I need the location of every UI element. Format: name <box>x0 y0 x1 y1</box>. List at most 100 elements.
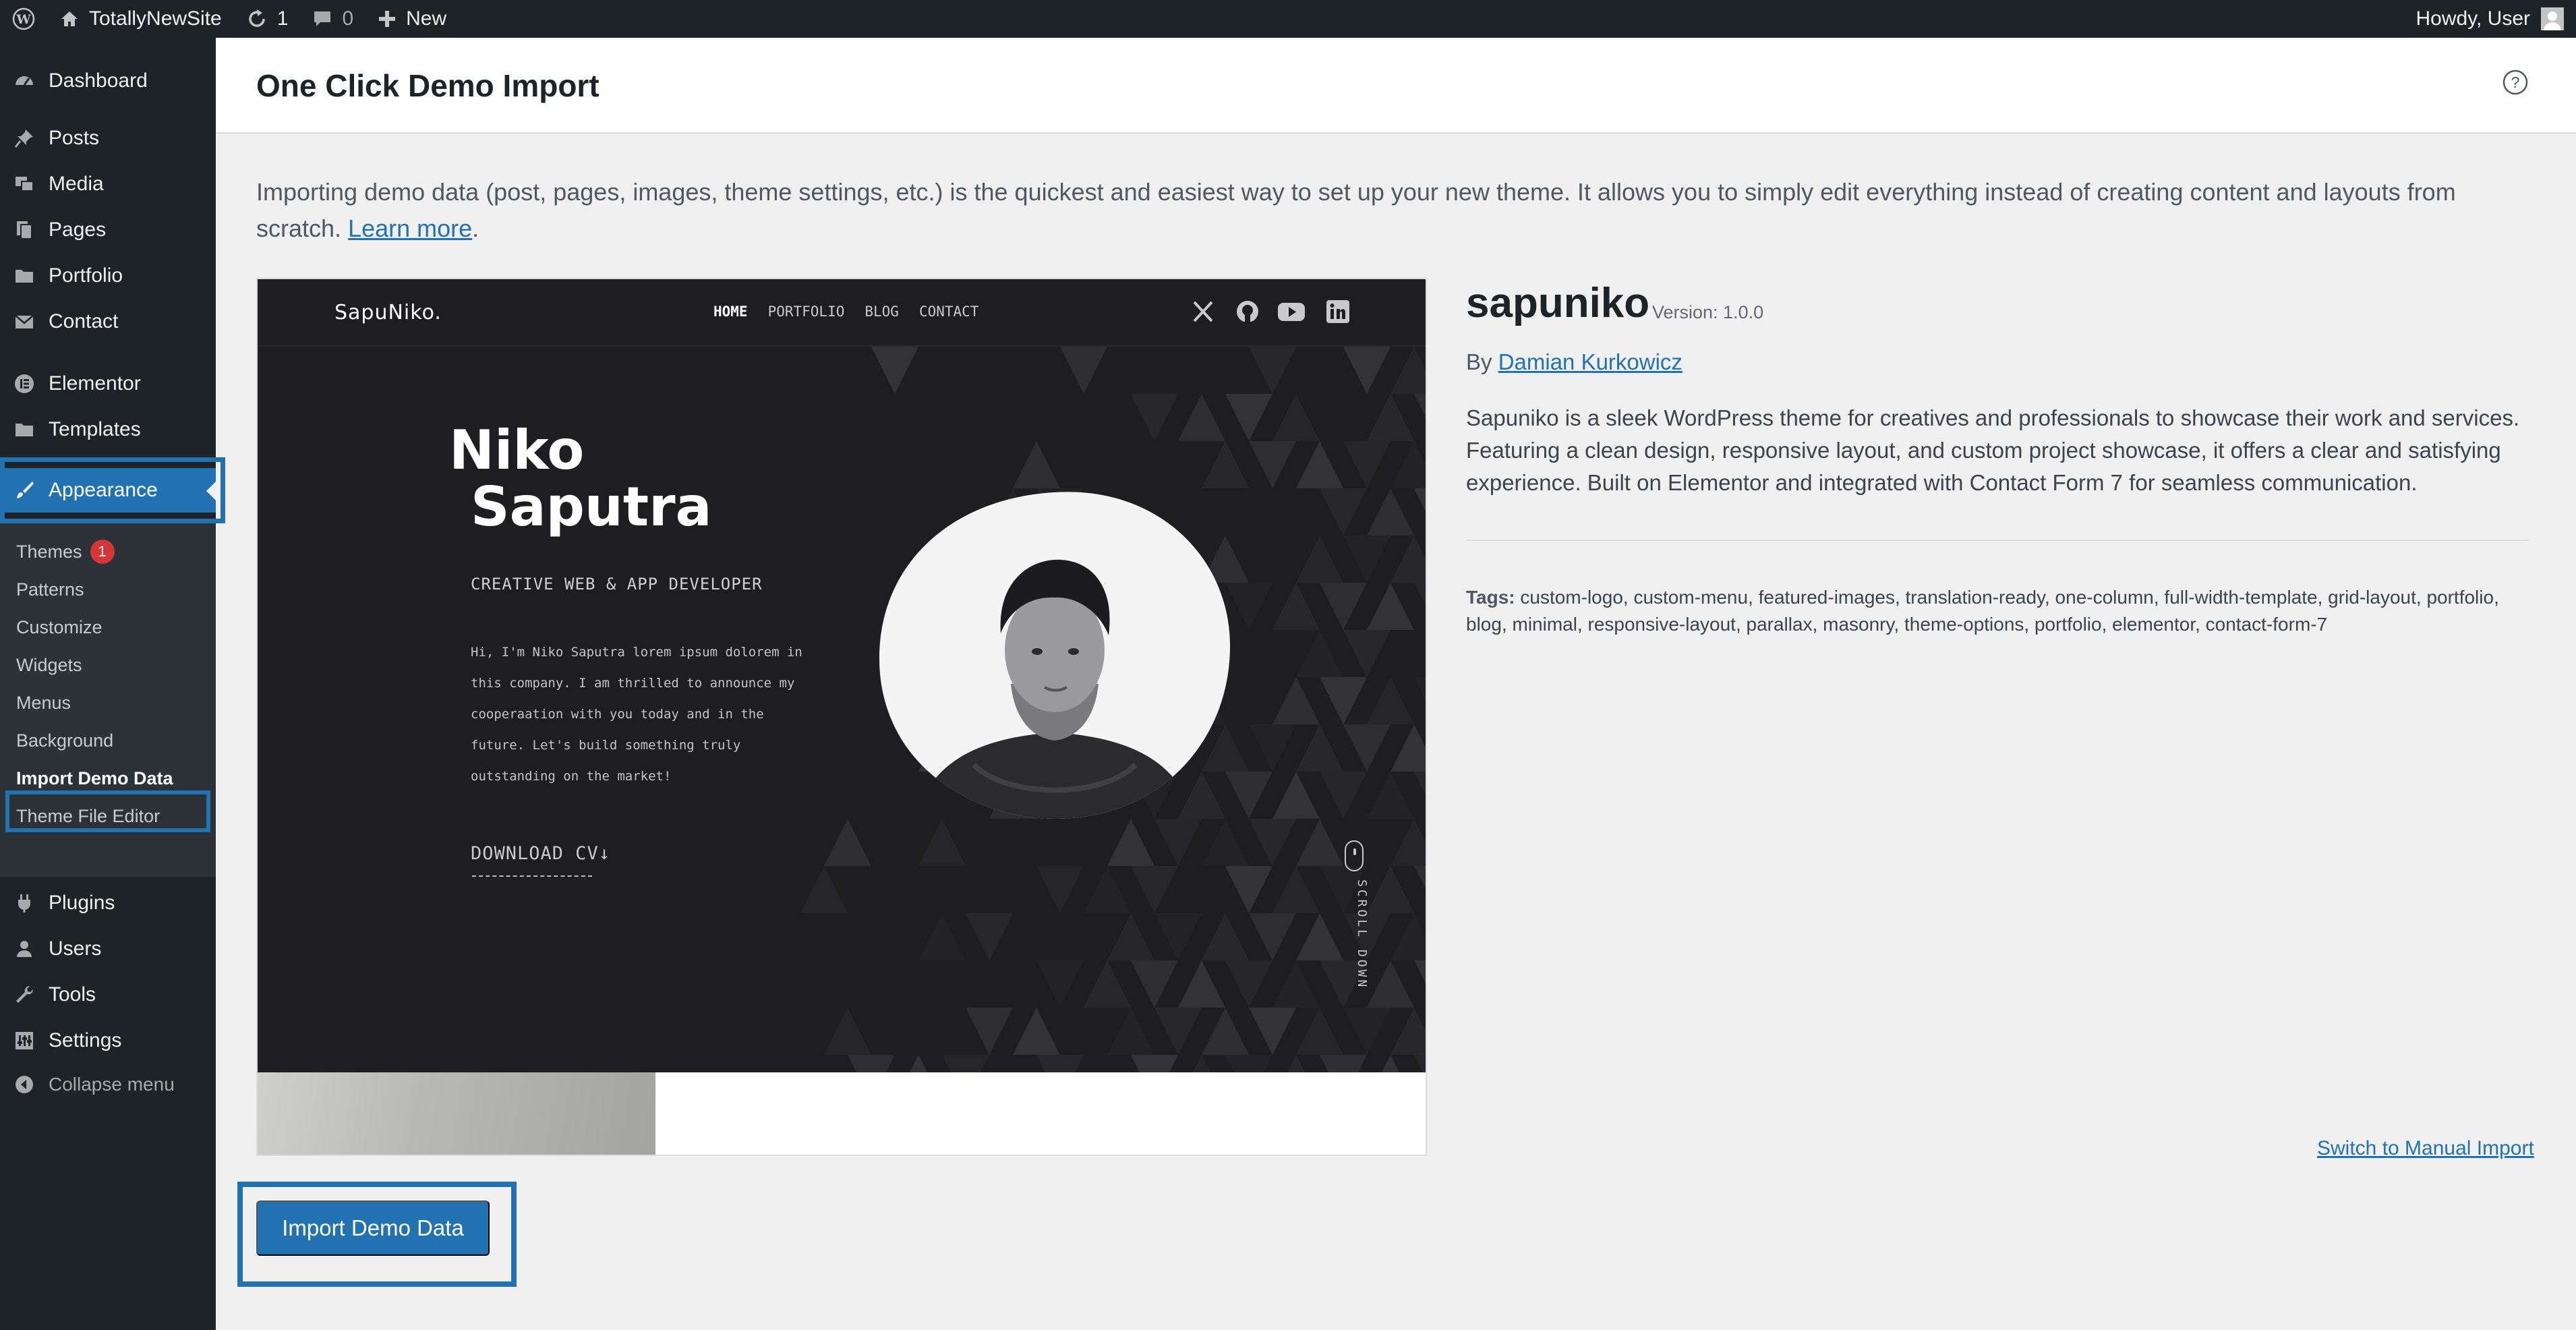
intro-text: Importing demo data (post, pages, images… <box>256 174 2522 247</box>
pattern-triangle <box>1343 536 1391 583</box>
site-name-link[interactable]: TotallyNewSite <box>47 0 234 38</box>
comments-count: 0 <box>342 7 353 30</box>
sidebar-item-settings[interactable]: Settings <box>0 1018 216 1063</box>
pattern-triangle <box>1131 866 1178 913</box>
pattern-triangle <box>1414 960 1426 1008</box>
sidebar-item-tools[interactable]: Tools <box>0 973 216 1017</box>
pattern-triangle <box>1414 583 1426 630</box>
svg-text:W: W <box>16 12 31 27</box>
pattern-triangle <box>1391 913 1426 960</box>
pattern-triangle <box>1320 583 1367 630</box>
sidebar-item-users[interactable]: Users <box>0 927 216 971</box>
submenu-item-menus[interactable]: Menus <box>0 684 216 722</box>
pattern-triangle <box>942 1055 989 1072</box>
collapse-icon <box>14 1074 34 1095</box>
site-name: TotallyNewSite <box>89 7 222 30</box>
submenu-item-customize[interactable]: Customize <box>0 608 216 646</box>
switch-to-manual-import-link[interactable]: Switch to Manual Import <box>2317 1137 2534 1160</box>
comments-link[interactable]: 0 <box>300 0 365 38</box>
sidebar-item-media[interactable]: Media <box>0 162 216 206</box>
pattern-triangle <box>1343 630 1391 677</box>
pattern-triangle <box>1272 960 1320 1008</box>
pattern-triangle <box>1367 772 1414 819</box>
pattern-triangle <box>800 866 848 913</box>
pattern-triangle <box>1225 866 1272 913</box>
sidebar-item-contact[interactable]: Contact <box>0 299 216 344</box>
pattern-triangle <box>1107 819 1154 866</box>
pattern-triangle <box>1272 866 1320 913</box>
learn-more-link[interactable]: Learn more <box>348 214 472 242</box>
submenu-item-import-demo-data[interactable]: Import Demo Data <box>0 759 216 797</box>
home-icon <box>59 9 80 29</box>
pattern-triangle <box>1296 630 1343 677</box>
pattern-triangle <box>1367 960 1414 1008</box>
theme-author-link[interactable]: Damian Kurkowicz <box>1498 349 1682 374</box>
sidebar-item-templates[interactable]: Templates <box>0 407 216 452</box>
divider <box>1466 540 2529 541</box>
admin-bar: W TotallyNewSite 1 0 New Howdy, User <box>0 0 2576 38</box>
pattern-triangle <box>1391 1008 1426 1055</box>
pattern-triangle <box>1296 724 1343 772</box>
pattern-triangle <box>871 347 918 394</box>
pattern-triangle <box>1225 960 1272 1008</box>
pages-icon <box>13 219 35 241</box>
sidebar-item-plugins[interactable]: Plugins <box>0 881 216 925</box>
my-account-link[interactable]: Howdy, User <box>2416 7 2576 30</box>
pattern-triangle <box>1249 347 1296 394</box>
down-arrow-icon: ↓ <box>599 843 610 864</box>
submenu-item-widgets[interactable]: Widgets <box>0 646 216 684</box>
pattern-triangle <box>1107 1008 1154 1055</box>
pattern-triangle <box>1367 583 1414 630</box>
updates-icon <box>246 8 268 30</box>
folder-icon <box>13 419 35 440</box>
theme-name: sapuniko <box>1466 279 1649 327</box>
pattern-triangle <box>1367 1055 1414 1072</box>
pattern-triangle <box>1084 960 1131 1008</box>
pattern-triangle <box>1036 866 1084 913</box>
pattern-triangle <box>1084 866 1131 913</box>
preview-cv-underline <box>472 875 592 877</box>
import-demo-data-button[interactable]: Import Demo Data <box>256 1201 490 1256</box>
pattern-triangle <box>1343 1008 1391 1055</box>
sidebar-item-dashboard[interactable]: Dashboard <box>0 59 216 103</box>
submenu-item-patterns[interactable]: Patterns <box>0 571 216 608</box>
pattern-triangle <box>1391 347 1426 394</box>
pattern-triangle <box>1249 441 1296 488</box>
wordpress-logo-button[interactable]: W <box>0 0 47 38</box>
pattern-triangle <box>1178 1055 1225 1072</box>
pattern-triangle <box>824 1008 871 1055</box>
preview-hero-role: CREATIVE WEB & APP DEVELOPER <box>471 575 763 594</box>
theme-preview-image: SapuNiko. HOME PORTFOLIO BLOG CONTACT Ni… <box>256 278 1427 1156</box>
new-content-link[interactable]: New <box>365 0 459 38</box>
pattern-triangle <box>1367 866 1414 913</box>
pattern-triangle <box>1320 772 1367 819</box>
youtube-icon <box>1277 299 1306 324</box>
plug-icon <box>13 892 35 914</box>
pattern-triangle <box>1131 960 1178 1008</box>
submenu-item-theme-file-editor[interactable]: Theme File Editor <box>0 797 216 835</box>
pattern-triangle <box>1296 536 1343 583</box>
pattern-triangle <box>1320 1055 1367 1072</box>
sidebar-item-elementor[interactable]: Elementor <box>0 362 216 406</box>
pin-icon <box>13 127 35 149</box>
pattern-triangle <box>918 913 966 960</box>
preview-scroll-down: SCROLL DOWN <box>1355 879 1369 989</box>
pattern-triangle <box>1391 819 1426 866</box>
pattern-triangle <box>1225 1055 1272 1072</box>
updates-link[interactable]: 1 <box>234 0 301 38</box>
collapse-menu-button[interactable]: Collapse menu <box>0 1062 216 1107</box>
help-button[interactable]: ? <box>2502 69 2529 99</box>
pattern-triangle <box>1414 772 1426 819</box>
submenu-item-themes[interactable]: Themes 1 <box>0 533 216 571</box>
pattern-triangle <box>1367 488 1414 536</box>
submenu-item-background[interactable]: Background <box>0 722 216 759</box>
updates-badge: 1 <box>90 540 115 564</box>
wrench-icon <box>13 984 35 1006</box>
sidebar-item-appearance[interactable]: Appearance <box>0 468 216 513</box>
appearance-submenu: Themes 1 Patterns Customize Widgets Menu… <box>0 522 216 877</box>
sidebar-item-posts[interactable]: Posts <box>0 116 216 161</box>
pattern-triangle <box>1249 1008 1296 1055</box>
sidebar-item-portfolio[interactable]: Portfolio <box>0 254 216 298</box>
sidebar-item-pages[interactable]: Pages <box>0 208 216 252</box>
pattern-triangle <box>1178 960 1225 1008</box>
